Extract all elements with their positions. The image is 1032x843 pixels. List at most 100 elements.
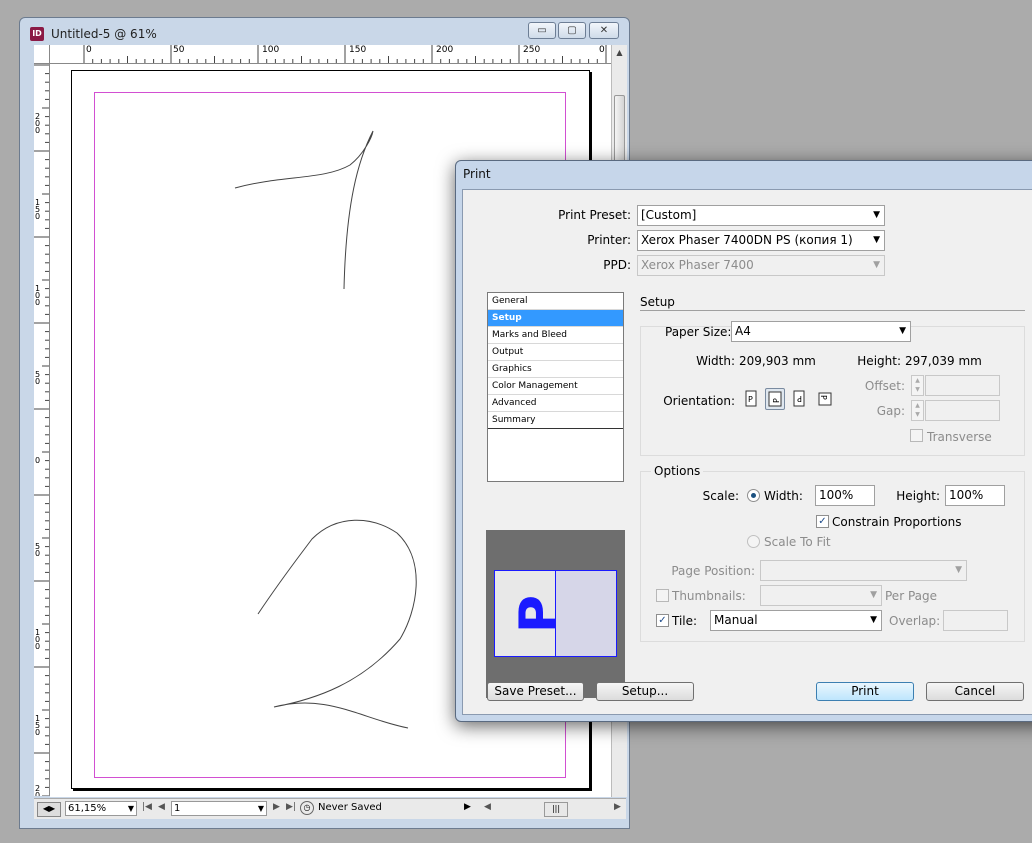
orientation-label: Orientation: xyxy=(663,394,735,408)
nav-item-output[interactable]: Output xyxy=(488,344,623,361)
horizontal-ruler[interactable]: 0 50 100 150 200 250 0 xyxy=(34,45,611,64)
v-ruler-label: 150 xyxy=(35,714,41,737)
print-preset-select[interactable]: [Custom] ▼ xyxy=(637,205,885,226)
h-ruler-label: 150 xyxy=(349,45,367,55)
landscape-orientation-icon[interactable]: P xyxy=(765,388,785,410)
chevron-down-icon: ▼ xyxy=(870,615,877,625)
offset-input[interactable] xyxy=(925,375,1000,396)
setup-divider xyxy=(640,310,1025,311)
hscroll-right-icon[interactable]: ▶ xyxy=(614,802,621,812)
vertical-ruler[interactable]: 200 150 100 50 0 50 100 150 20 xyxy=(34,63,50,796)
hscroll-left-icon[interactable]: ◀ xyxy=(484,802,491,812)
gap-spinner[interactable]: ▲ ▼ xyxy=(911,400,924,421)
nav-item-advanced[interactable]: Advanced xyxy=(488,395,623,412)
reverse-landscape-orientation-icon[interactable]: P xyxy=(815,388,835,410)
drawn-stroke-one[interactable] xyxy=(234,130,374,290)
chevron-down-icon: ▼ xyxy=(873,235,880,245)
svg-text:P: P xyxy=(772,398,781,403)
thumbnails-select[interactable]: ▼ xyxy=(760,585,882,606)
page-position-select[interactable]: ▼ xyxy=(760,560,967,581)
prev-page-icon[interactable]: ◀ xyxy=(158,802,165,812)
nav-item-graphics[interactable]: Graphics xyxy=(488,361,623,378)
scale-to-fit-radio[interactable] xyxy=(747,535,760,548)
gap-input[interactable] xyxy=(925,400,1000,421)
ruler-origin[interactable] xyxy=(34,45,50,64)
print-dialog: Print Print Preset: [Custom] ▼ Printer: X… xyxy=(455,160,1032,722)
view-toggle-icon[interactable]: ◀▶ xyxy=(37,802,61,817)
indesign-logo-icon: ID xyxy=(30,27,44,41)
h-ruler-label: 200 xyxy=(436,45,454,55)
scale-height-label: Height: xyxy=(896,489,940,503)
printer-label: Printer: xyxy=(587,233,631,247)
next-page-icon[interactable]: ▶ xyxy=(273,802,280,812)
save-status: Never Saved xyxy=(318,802,382,813)
minimize-button[interactable]: ▭ xyxy=(528,22,556,39)
paper-size-select[interactable]: A4 ▼ xyxy=(731,321,911,342)
scale-width-input[interactable]: 100% xyxy=(815,485,875,506)
v-ruler-label: 100 xyxy=(35,284,41,307)
nav-item-summary[interactable]: Summary xyxy=(488,412,623,429)
chevron-down-icon: ▼ xyxy=(955,565,962,575)
constrain-proportions-checkbox[interactable]: ✓ xyxy=(816,515,829,528)
overlap-label: Overlap: xyxy=(889,614,941,628)
scale-to-fit-label: Scale To Fit xyxy=(764,535,831,549)
preview-page-letter: P xyxy=(509,594,570,634)
last-page-icon[interactable]: ▶| xyxy=(286,802,296,812)
constrain-proportions-label: Constrain Proportions xyxy=(832,515,962,529)
nav-item-marks-and-bleed[interactable]: Marks and Bleed xyxy=(488,327,623,344)
tile-label: Tile: xyxy=(672,614,698,628)
h-ruler-label: 250 xyxy=(523,45,541,55)
maximize-button[interactable]: ▢ xyxy=(558,22,586,39)
v-ruler-label: 200 xyxy=(35,112,41,135)
ppd-label: PPD: xyxy=(603,258,631,272)
cancel-button[interactable]: Cancel xyxy=(926,682,1024,701)
preflight-icon[interactable]: ◷ xyxy=(300,801,314,815)
per-page-label: Per Page xyxy=(885,589,937,603)
chevron-down-icon: ▼ xyxy=(873,260,880,270)
portrait-orientation-icon[interactable]: P xyxy=(741,388,761,410)
hscroll-thumb[interactable]: ||| xyxy=(544,802,568,817)
transverse-checkbox[interactable] xyxy=(910,429,923,442)
offset-spinner[interactable]: ▲ ▼ xyxy=(911,375,924,396)
scroll-up-arrow-icon[interactable]: ▲ xyxy=(612,45,627,61)
first-page-icon[interactable]: |◀ xyxy=(142,802,152,812)
zoom-field[interactable]: 61,15% ▼ xyxy=(65,801,137,816)
paper-height-label: Height: xyxy=(857,354,901,368)
svg-text:P: P xyxy=(748,395,753,404)
scale-width-radio[interactable] xyxy=(747,489,760,502)
svg-text:P: P xyxy=(797,394,802,403)
options-heading: Options xyxy=(651,464,704,478)
print-preview[interactable]: P xyxy=(486,530,625,698)
tile-checkbox[interactable]: ✓ xyxy=(656,614,669,627)
thumbnails-label: Thumbnails: xyxy=(672,589,746,603)
nav-item-color-management[interactable]: Color Management xyxy=(488,378,623,395)
close-button[interactable]: ✕ xyxy=(589,22,619,39)
ppd-value: Xerox Phaser 7400 xyxy=(641,258,754,272)
print-button[interactable]: Print xyxy=(816,682,914,701)
gap-label: Gap: xyxy=(876,404,905,418)
drawn-stroke-two[interactable] xyxy=(257,519,417,729)
orientation-group: P P P P xyxy=(741,388,841,412)
overlap-input[interactable] xyxy=(943,610,1008,631)
ppd-select[interactable]: Xerox Phaser 7400 ▼ xyxy=(637,255,885,276)
thumbnails-checkbox[interactable] xyxy=(656,589,669,602)
page-field[interactable]: 1 ▼ xyxy=(171,801,267,816)
print-category-list[interactable]: General Setup Marks and Bleed Output Gra… xyxy=(487,292,624,482)
transverse-label: Transverse xyxy=(927,430,992,444)
paper-width-label: Width: xyxy=(696,354,735,368)
v-ruler-label: 0 xyxy=(35,456,41,465)
paper-size-label: Paper Size: xyxy=(665,325,732,339)
status-menu-arrow-icon[interactable]: ▶ xyxy=(464,802,471,812)
printer-select[interactable]: Xerox Phaser 7400DN PS (копия 1) ▼ xyxy=(637,230,885,251)
setup-button[interactable]: Setup... xyxy=(596,682,694,701)
vertical-ruler-ticks xyxy=(34,64,49,796)
save-preset-button[interactable]: Save Preset... xyxy=(487,682,584,701)
printer-value: Xerox Phaser 7400DN PS (копия 1) xyxy=(641,233,853,247)
nav-item-general[interactable]: General xyxy=(488,293,623,310)
tile-mode-select[interactable]: Manual ▼ xyxy=(710,610,882,631)
h-ruler-label: 100 xyxy=(262,45,280,55)
scale-height-input[interactable]: 100% xyxy=(945,485,1005,506)
v-ruler-label: 100 xyxy=(35,628,41,651)
nav-item-setup[interactable]: Setup xyxy=(488,310,623,327)
reverse-portrait-orientation-icon[interactable]: P xyxy=(789,388,809,410)
